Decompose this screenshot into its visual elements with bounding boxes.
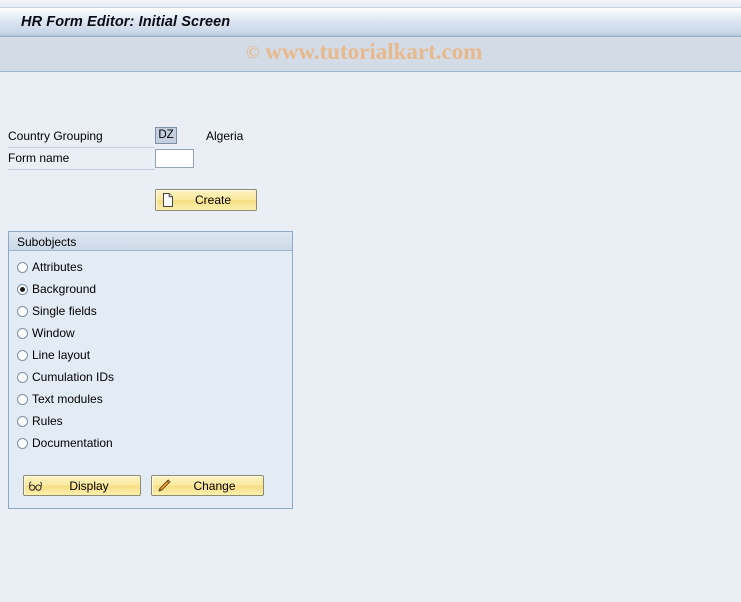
radio-label: Line layout (32, 348, 91, 362)
radio-single-fields[interactable]: Single fields (17, 300, 282, 322)
radio-cumulation-ids[interactable]: Cumulation IDs (17, 366, 282, 388)
display-button-label: Display (69, 478, 109, 493)
title-bar: HR Form Editor: Initial Screen (0, 7, 741, 37)
radio-text-modules[interactable]: Text modules (17, 388, 282, 410)
radio-label: Cumulation IDs (32, 370, 115, 384)
form-name-label: Form name (8, 151, 70, 165)
radio-attributes[interactable]: Attributes (17, 256, 282, 278)
radio-circle-icon (17, 261, 28, 273)
radio-label: Background (32, 282, 97, 296)
main-content: Country Grouping DZ Algeria Form name Cr… (0, 72, 741, 602)
toolbar-band (0, 37, 741, 72)
radio-rules[interactable]: Rules (17, 410, 282, 432)
subobjects-radio-group: Attributes Background Single fields Wind… (17, 256, 282, 454)
create-button-label: Create (194, 193, 232, 207)
radio-label: Attributes (32, 260, 83, 274)
window-top-strip (0, 0, 741, 7)
radio-label: Single fields (32, 304, 97, 318)
country-grouping-row: Country Grouping DZ Algeria (8, 127, 243, 148)
radio-circle-icon (17, 415, 28, 427)
country-grouping-description: Algeria (206, 129, 244, 143)
radio-label: Text modules (32, 392, 103, 406)
change-button[interactable]: Change (151, 475, 264, 496)
country-grouping-label: Country Grouping (8, 129, 103, 143)
radio-window[interactable]: Window (17, 322, 282, 344)
change-button-label: Change (193, 478, 236, 493)
radio-label: Rules (32, 414, 63, 428)
subobjects-title: Subobjects (17, 235, 77, 249)
radio-circle-selected-icon (17, 283, 28, 295)
radio-label: Window (32, 326, 75, 340)
field-underline (8, 147, 155, 148)
radio-circle-icon (17, 393, 28, 405)
application-window: HR Form Editor: Initial Screen © www.tut… (0, 0, 741, 602)
radio-circle-icon (17, 437, 28, 449)
form-name-input[interactable] (155, 149, 194, 168)
radio-circle-icon (17, 349, 28, 361)
radio-circle-icon (17, 327, 28, 339)
country-grouping-value[interactable]: DZ (155, 127, 177, 144)
radio-label: Documentation (32, 436, 113, 450)
radio-documentation[interactable]: Documentation (17, 432, 282, 454)
subobjects-panel-header: Subobjects (9, 232, 292, 251)
radio-line-layout[interactable]: Line layout (17, 344, 282, 366)
display-button[interactable]: Display (23, 475, 141, 496)
radio-circle-icon (17, 305, 28, 317)
form-name-row: Form name (8, 149, 218, 170)
field-underline (8, 169, 155, 170)
create-button[interactable]: Create (155, 189, 257, 211)
subobjects-panel: Subobjects Attributes Background Single … (8, 231, 293, 509)
radio-circle-icon (17, 371, 28, 383)
page-title: HR Form Editor: Initial Screen (21, 14, 231, 30)
radio-background[interactable]: Background (17, 278, 282, 300)
